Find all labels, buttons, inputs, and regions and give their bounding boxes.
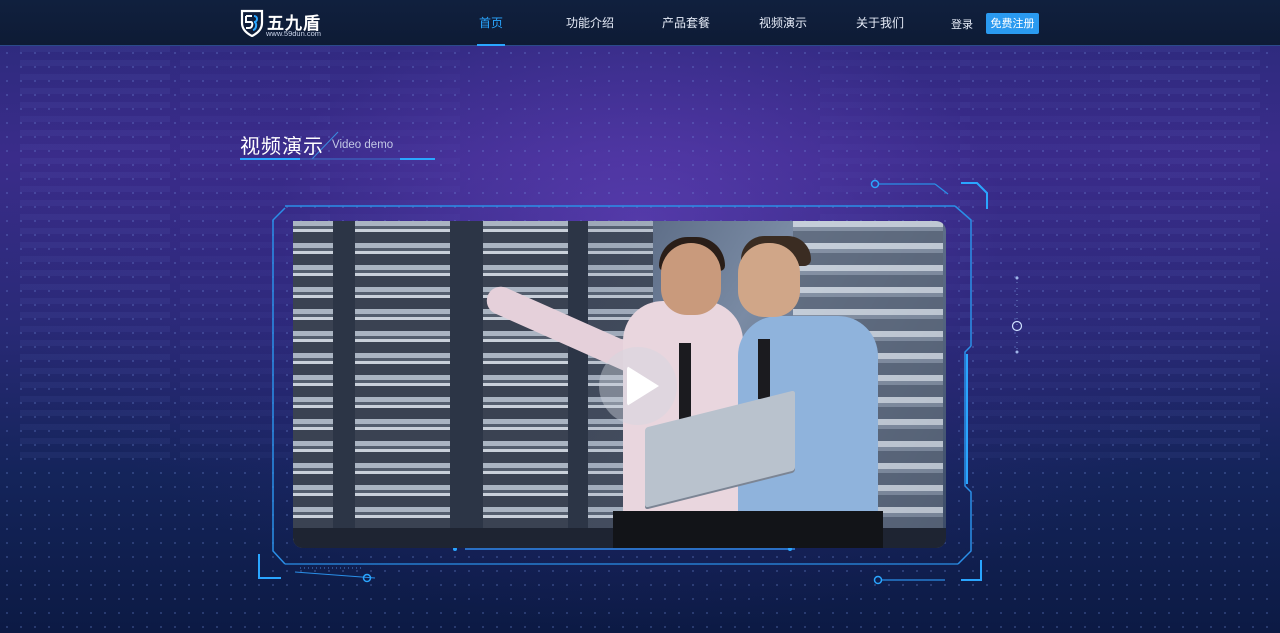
section-title: 视频演示 [240,134,324,158]
nav-item-features[interactable]: 功能介绍 [566,0,614,46]
server-rack [293,221,333,548]
server-rack [483,221,568,548]
shield-logo-icon [240,9,264,37]
register-button[interactable]: 免费注册 [986,13,1039,34]
site-logo[interactable]: 五九盾 www.59dun.com [240,9,340,39]
nav-item-about-us[interactable]: 关于我们 [856,0,904,46]
rack-post [333,221,355,548]
head [738,243,800,317]
logo-url: www.59dun.com [266,29,322,38]
nav-item-home[interactable]: 首页 [476,0,506,46]
rack-post [450,221,483,548]
rack-post [568,221,588,548]
video-player[interactable] [293,221,946,548]
background-server-rack [1110,46,1260,466]
section-subtitle: Video demo [332,139,394,151]
login-link[interactable]: 登录 [951,16,973,32]
tie [758,339,770,399]
nav-item-video-demo[interactable]: 视频演示 [759,0,807,46]
head [661,243,721,315]
play-icon[interactable] [599,347,677,425]
server-rack [355,221,450,548]
pants [613,511,883,548]
top-nav-bar: 五九盾 www.59dun.com 首页 功能介绍 产品套餐 视频演示 关于我们… [0,0,1280,46]
background-server-rack [20,46,170,466]
nav-item-packages[interactable]: 产品套餐 [662,0,710,46]
